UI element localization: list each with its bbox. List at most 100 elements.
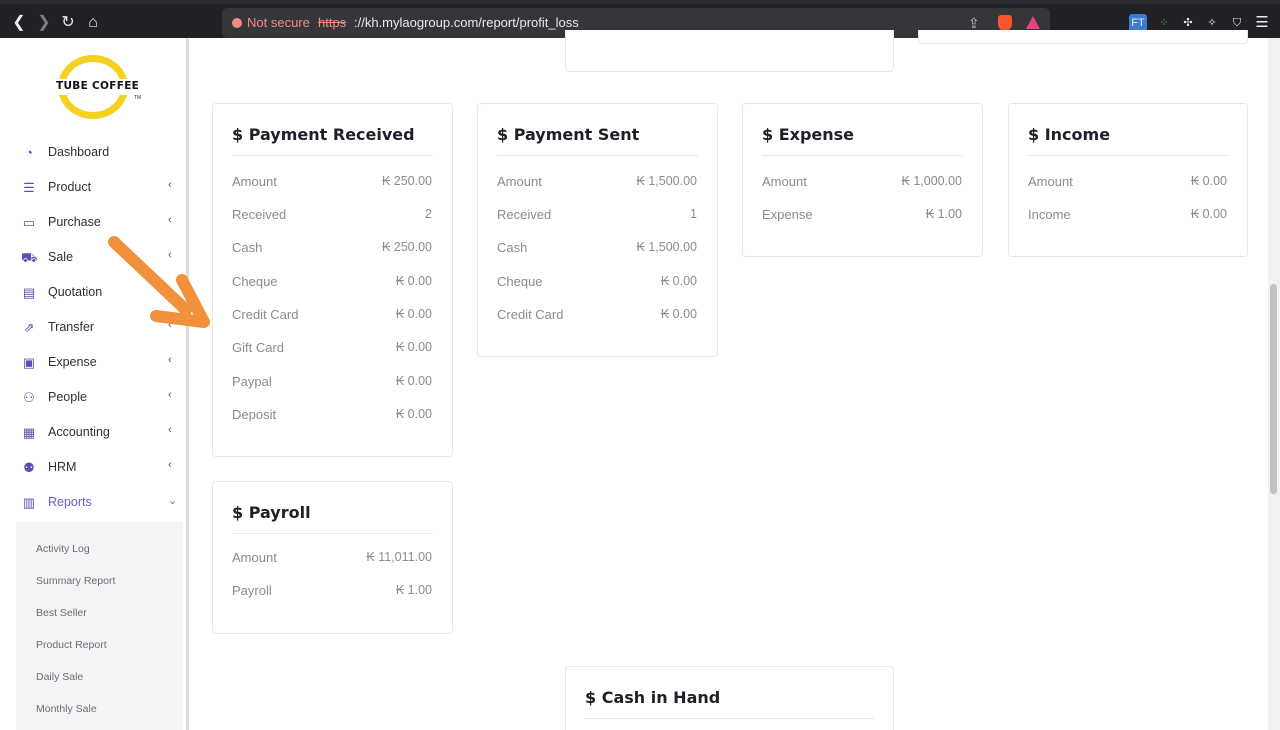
chevron-left-icon: ‹	[168, 354, 172, 366]
brand-logo[interactable]: TUBE COFFEE TM	[54, 55, 141, 125]
row-value-paypal: ₭ 0.00	[395, 374, 432, 388]
divider	[762, 155, 963, 156]
share-icon: ⇗	[23, 320, 35, 335]
row-value-income: ₭ 0.00	[1190, 207, 1227, 221]
logo-trademark: TM	[134, 95, 142, 101]
security-status[interactable]: Not secure	[247, 8, 310, 38]
row-label-deposit: Deposit	[232, 407, 277, 422]
sidebar-item-accounting[interactable]: ▦ Accounting ‹	[0, 416, 186, 451]
row-label-expense: Expense	[762, 207, 813, 222]
card-expense: $ Expense Amount ₭ 1,000.00 Expense ₭ 1.…	[742, 103, 983, 257]
card-payment-sent: $ Payment Sent Amount ₭ 1,500.00 Receive…	[477, 103, 718, 357]
row-label-amount: Amount	[762, 174, 807, 189]
row-label-cheque: Cheque	[232, 274, 278, 289]
row-label-amount: Amount	[232, 174, 277, 189]
row-label-cheque: Cheque	[497, 274, 543, 289]
row-label-amount: Amount	[1028, 174, 1073, 189]
chevron-left-icon: ‹	[168, 179, 172, 191]
row-label-income: Income	[1028, 207, 1071, 222]
sidebar-item-label: Reports	[48, 495, 92, 509]
row-label-credit-card: Credit Card	[232, 307, 299, 322]
row-label-received: Received	[232, 207, 287, 222]
card-title: $ Income	[1028, 125, 1111, 144]
row-value-cheque: ₭ 0.00	[395, 274, 432, 288]
sidebar: TUBE COFFEE TM ◔ Dashboard ☰ Product ‹ ▭…	[0, 38, 189, 730]
row-value-amount: ₭ 250.00	[381, 174, 432, 188]
chevron-down-icon: ⌄	[168, 495, 178, 507]
file-icon: ▥	[22, 495, 36, 510]
home-icon[interactable]: ⌂	[82, 12, 104, 34]
divider	[232, 533, 433, 534]
logo-text: TUBE COFFEE	[56, 80, 140, 92]
sidebar-item-label: Accounting	[48, 425, 110, 439]
row-label-amount: Amount	[232, 550, 277, 565]
row-value-received: 1	[690, 207, 697, 221]
scrollbar-thumb[interactable]	[1270, 284, 1277, 494]
reports-submenu: Activity Log Summary Report Best Seller …	[16, 522, 183, 730]
sidebar-item-label: Quotation	[48, 285, 103, 299]
submenu-item-monthly-sale[interactable]: Monthly Sale	[36, 703, 97, 715]
sidebar-item-product[interactable]: ☰ Product ‹	[0, 171, 186, 206]
user-icon: ⚇	[23, 390, 35, 405]
document-icon: ▤	[22, 285, 36, 300]
card-cash-in-hand: $ Cash in Hand	[565, 666, 894, 730]
row-value-amount: ₭ 11,011.00	[366, 550, 432, 564]
row-value-amount: ₭ 1,500.00	[636, 174, 697, 188]
menu-icon[interactable]: ☰	[1253, 14, 1271, 32]
sidebar-item-label: Product	[48, 180, 92, 194]
sidebar-item-people[interactable]: ⚇ People ‹	[0, 381, 186, 416]
url-scheme: https	[318, 15, 347, 30]
row-value-cash: ₭ 1,500.00	[636, 240, 697, 254]
list-icon: ☰	[23, 180, 35, 195]
briefcase-icon: ▦	[22, 425, 36, 440]
row-value-expense: ₭ 1.00	[925, 207, 962, 221]
row-value-received: 2	[425, 207, 432, 221]
divider	[232, 155, 433, 156]
reload-icon[interactable]: ↻	[57, 12, 79, 34]
submenu-item-best-seller[interactable]: Best Seller	[36, 607, 87, 619]
submenu-item-product-report[interactable]: Product Report	[36, 639, 107, 651]
row-value-credit-card: ₭ 0.00	[660, 307, 697, 321]
card-title: $ Payroll	[232, 503, 311, 522]
row-label-paypal: Paypal	[232, 374, 272, 389]
sidebar-item-dashboard[interactable]: ◔ Dashboard	[0, 136, 186, 171]
card-icon: ▭	[22, 215, 36, 230]
row-label-received: Received	[497, 207, 552, 222]
gauge-icon: ◔	[25, 145, 33, 160]
chevron-left-icon: ‹	[168, 214, 172, 226]
card-partial-top-center	[565, 30, 894, 72]
sidebar-item-label: Dashboard	[48, 145, 110, 159]
row-value-cheque: ₭ 0.00	[660, 274, 697, 288]
chevron-left-icon: ‹	[168, 459, 172, 471]
rewards-icon[interactable]	[1026, 16, 1040, 29]
row-value-amount: ₭ 0.00	[1190, 174, 1227, 188]
forward-icon[interactable]: ❯	[33, 12, 55, 34]
url-text: ://kh.mylaogroup.com/report/profit_loss	[354, 15, 579, 30]
card-title: $ Cash in Hand	[585, 688, 721, 707]
sidebar-item-label: Expense	[48, 355, 97, 369]
submenu-item-daily-sale[interactable]: Daily Sale	[36, 671, 83, 683]
back-icon[interactable]: ❮	[8, 12, 30, 34]
row-value-payroll: ₭ 1.00	[395, 583, 432, 597]
sidebar-item-expense[interactable]: ▣ Expense ‹	[0, 346, 186, 381]
card-income: $ Income Amount ₭ 0.00 Income ₭ 0.00	[1008, 103, 1248, 257]
card-title: $ Payment Received	[232, 125, 415, 144]
row-label-cash: Cash	[232, 240, 263, 255]
row-value-cash: ₭ 250.00	[381, 240, 432, 254]
divider	[585, 718, 874, 719]
warning-icon	[232, 18, 242, 28]
card-title: $ Payment Sent	[497, 125, 640, 144]
users-icon: ⚉	[23, 460, 35, 475]
annotation-arrow	[108, 236, 210, 328]
submenu-item-activity-log[interactable]: Activity Log	[36, 543, 90, 555]
row-label-credit-card: Credit Card	[497, 307, 564, 322]
sidebar-item-reports[interactable]: ▥ Reports ⌄	[0, 486, 186, 521]
page-scrollbar[interactable]	[1268, 38, 1280, 730]
sidebar-item-label: Purchase	[48, 215, 101, 229]
row-value-credit-card: ₭ 0.00	[395, 307, 432, 321]
submenu-item-summary-report[interactable]: Summary Report	[36, 575, 115, 587]
sidebar-item-label: Sale	[48, 250, 74, 264]
row-label-gift-card: Gift Card	[232, 340, 285, 355]
brave-shield-icon[interactable]	[998, 15, 1012, 31]
sidebar-item-hrm[interactable]: ⚉ HRM ‹	[0, 451, 186, 486]
